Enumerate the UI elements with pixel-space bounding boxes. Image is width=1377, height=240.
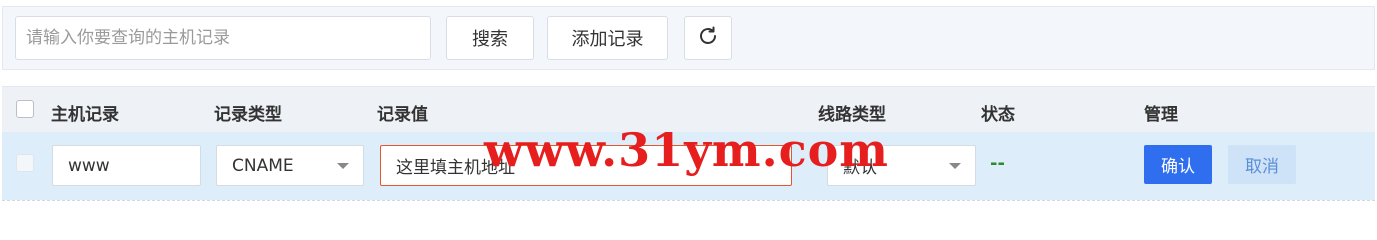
chevron-down-icon [337, 163, 349, 169]
refresh-icon [696, 24, 720, 53]
header-line: 线路类型 [818, 105, 886, 125]
header-type: 记录类型 [214, 105, 282, 125]
header-status: 状态 [981, 105, 1015, 125]
confirm-button[interactable]: 确认 [1144, 145, 1212, 184]
toolbar: 搜索 添加记录 [2, 6, 1375, 70]
select-all-checkbox[interactable] [16, 100, 34, 118]
refresh-button[interactable] [684, 16, 732, 60]
header-manage: 管理 [1144, 105, 1178, 125]
header-value: 记录值 [377, 105, 428, 125]
search-button[interactable]: 搜索 [446, 16, 534, 60]
add-record-button[interactable]: 添加记录 [547, 16, 668, 60]
status-text: -- [990, 153, 1005, 174]
row-divider [2, 200, 1375, 201]
header-host: 主机记录 [51, 105, 119, 125]
watermark: www.31ym.com [484, 123, 889, 177]
chevron-down-icon [949, 163, 961, 169]
type-select[interactable]: CNAME [216, 145, 364, 186]
search-input[interactable] [15, 16, 431, 60]
type-value: CNAME [232, 155, 294, 176]
cancel-button[interactable]: 取消 [1228, 145, 1296, 184]
row-checkbox[interactable] [16, 154, 34, 172]
host-input[interactable]: www [52, 145, 201, 186]
host-value: www [68, 155, 110, 176]
